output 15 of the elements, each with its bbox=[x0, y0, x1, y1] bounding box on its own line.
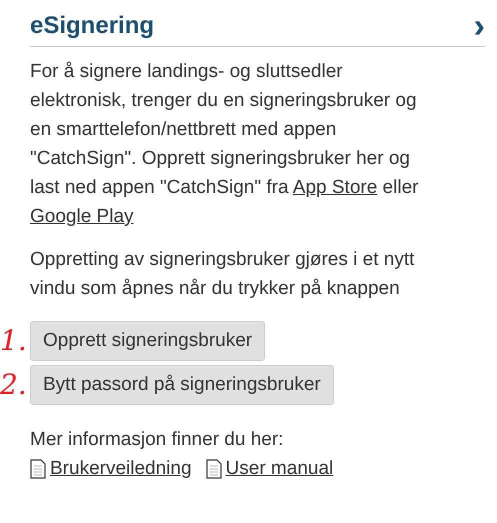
action-button[interactable]: Opprett signeringsbruker bbox=[30, 321, 266, 361]
store-link[interactable]: Google Play bbox=[30, 206, 134, 227]
document-icon bbox=[30, 458, 46, 478]
document-icon bbox=[206, 458, 222, 478]
note-paragraph: Oppretting av signeringsbruker gjøres i et nytt vindu som åpnes når du trykker på knappen bbox=[30, 248, 416, 301]
document-link[interactable]: User manual bbox=[206, 454, 334, 483]
action-button[interactable]: Bytt passord på signeringsbruker bbox=[30, 365, 334, 405]
store-link[interactable]: App Store bbox=[292, 177, 378, 198]
intro-paragraph: For å signere landings- og sluttsedler elektronisk, trenger du en signeringsbruker og en smarttelefon/nettbrett med appen "CatchSign". Opprett signeringsbruker her og last ned appen "CatchSign" fra App Store eller Google Play bbox=[30, 60, 420, 229]
handwritten-number: 1. bbox=[0, 323, 28, 359]
panel-title: eSignering bbox=[30, 12, 154, 40]
chevron-icon[interactable]: › bbox=[474, 12, 485, 40]
document-link[interactable]: Brukerveiledning bbox=[30, 454, 192, 483]
more-info-text: Mer informasjon finner du her: bbox=[30, 428, 284, 452]
handwritten-number: 2. bbox=[0, 367, 28, 403]
